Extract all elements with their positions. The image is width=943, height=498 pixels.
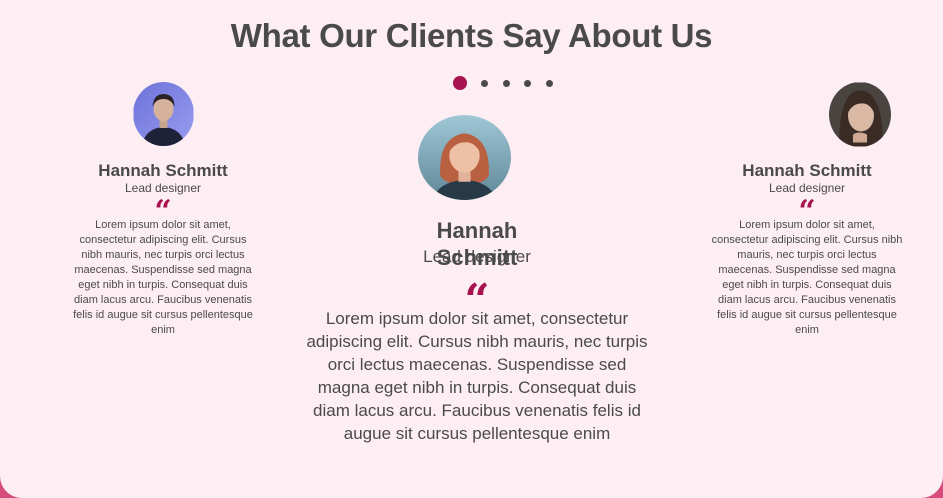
carousel-dot-3[interactable]	[503, 80, 510, 87]
section-title: What Our Clients Say About Us	[230, 17, 713, 54]
client-role: Lead designer	[768, 181, 846, 195]
avatar-image	[133, 82, 194, 146]
client-role: Lead designer	[423, 247, 531, 266]
testimonial-text: Lorem ipsum dolor sit amet, consectetur …	[711, 219, 903, 336]
carousel-dot-5[interactable]	[546, 80, 553, 87]
testimonial-card-right: Hannah Schmitt Lead designer “ Lorem ips…	[710, 82, 904, 352]
avatar-image	[418, 115, 511, 200]
testimonial-card-left: Hannah Schmitt Lead designer “ Lorem ips…	[68, 82, 258, 352]
carousel-dot-2[interactable]	[481, 80, 488, 87]
client-role: Lead designer	[124, 181, 202, 195]
testimonial-card-active: Hannah Schmitt Lead designer “ Lorem ips…	[300, 115, 654, 495]
client-name: Hannah Schmitt	[98, 161, 228, 180]
avatar	[418, 115, 511, 200]
testimonials-section: What Our Clients Say About Us Hannah Sch…	[0, 0, 943, 498]
avatar	[829, 82, 891, 147]
client-name: Hannah Schmitt	[742, 161, 872, 180]
carousel-dot-1[interactable]	[453, 76, 467, 90]
avatar-image	[829, 82, 891, 147]
testimonial-text: Lorem ipsum dolor sit amet, consectetur …	[306, 309, 648, 443]
carousel-dot-4[interactable]	[524, 80, 531, 87]
testimonial-text: Lorem ipsum dolor sit amet, consectetur …	[73, 219, 253, 336]
avatar	[133, 82, 194, 146]
